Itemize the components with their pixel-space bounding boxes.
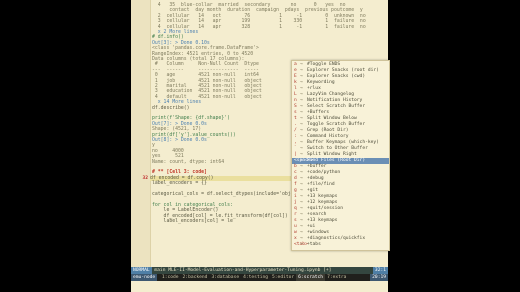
tab-item[interactable]: 2:backend — [181, 274, 210, 281]
mode-indicator: NORMAL — [131, 267, 152, 274]
menu-item-label: Find Files (Root Dir) — [307, 158, 366, 163]
menu-item-label: LazyVim Changelog — [307, 92, 355, 97]
menu-item-label: Grep (Root Dir) — [307, 128, 349, 133]
menu-item-label: #Toggle ENDS — [307, 62, 341, 67]
menu-item-label: +rlux — [307, 86, 321, 91]
code-line[interactable]: Name: count, dtype: int64 — [152, 160, 224, 165]
tab-item[interactable]: 6:scratch — [296, 274, 326, 281]
menu-item-label: Keywording — [307, 80, 335, 85]
tab-item[interactable]: 1:code — [160, 274, 181, 281]
clock: 20:19 — [370, 274, 388, 281]
tab-item[interactable]: 5:editor — [270, 274, 296, 281]
tab-item[interactable]: 3:database — [209, 274, 241, 281]
session-name: emu-node — [131, 274, 158, 281]
which-key-popup: a → #Toggle ENDS e → Explorer Snacks (root di… — [291, 60, 390, 251]
menu-item-label: +debug — [307, 176, 324, 181]
menu-item-label: +quit/session — [307, 206, 343, 211]
tab-item[interactable]: 7:extra — [325, 274, 348, 281]
tmux-tab-bar: emu-node 1:code 2:backend 3:database 4:test… — [131, 274, 388, 281]
tab-item[interactable]: 4:testing — [241, 274, 270, 281]
menu-item-label: Toggle Scratch Buffer — [307, 122, 366, 127]
menu-item-label: Split Window Below — [307, 116, 357, 121]
status-line: NORMAL main MLE-II-Model-Evaluation-and-… — [131, 267, 388, 274]
command-line[interactable] — [131, 281, 388, 292]
branch-label: main — [154, 268, 166, 273]
menu-item-label: Explorer Snacks (root dir) — [307, 68, 379, 73]
menu-item-label: Command History — [307, 134, 349, 139]
menu-item-label: +13 keymaps — [307, 218, 338, 223]
code-line[interactable]: Out[8]: > Done 0.0s — [152, 138, 207, 143]
line-number: 32 — [142, 175, 148, 181]
menu-item-label: +13 keymaps — [307, 194, 338, 199]
menu-item-label: Switch to Other Buffer — [307, 146, 368, 151]
code-line[interactable]: df.describe() — [152, 106, 190, 111]
line-number-gutter: 32 — [131, 0, 151, 267]
cursor-position: 32:1 — [372, 267, 388, 274]
menu-item-label: +Buffers — [307, 110, 330, 115]
menu-item-label: Split Window Right — [307, 152, 357, 157]
tab-list: 1:code 2:backend 3:database 4:testing 5:edit… — [160, 274, 349, 281]
file-path: MLE-II-Model-Evaluation-and-Hyperparamet… — [168, 268, 332, 273]
menu-item-label: Buffer Keymaps (which-key) — [307, 140, 379, 145]
menu-item-label: Explorer Snacks (cwd) — [307, 74, 366, 79]
menu-item-label: +tabs — [307, 242, 321, 247]
menu-item-label: +git — [307, 188, 319, 193]
menu-item-label: +file/find — [307, 182, 335, 187]
menu-item-label: Select Scratch Buffer — [307, 104, 366, 109]
menu-item-label: +12 keymaps — [307, 200, 338, 205]
menu-item-label: Notification History — [307, 98, 363, 103]
code-line[interactable]: label_encoders = {} — [152, 181, 207, 186]
menu-item-label: +buffer — [307, 164, 327, 169]
code-line[interactable]: label_encoders[col] = le — [152, 219, 233, 224]
code-line[interactable]: categorical_cols = df.select_dtypes(incl… — [152, 192, 308, 197]
menu-item-label: +diagnostics/quickfix — [307, 236, 366, 241]
menu-item-label: +search — [307, 212, 327, 217]
menu-item-label: +code/python — [307, 170, 341, 175]
menu-item-label: +windows — [307, 230, 330, 235]
menu-item-label: +ui — [307, 224, 316, 229]
menu-item[interactable]: <tab>→ +tabs — [292, 242, 389, 248]
arrow-icon: → — [300, 242, 303, 247]
